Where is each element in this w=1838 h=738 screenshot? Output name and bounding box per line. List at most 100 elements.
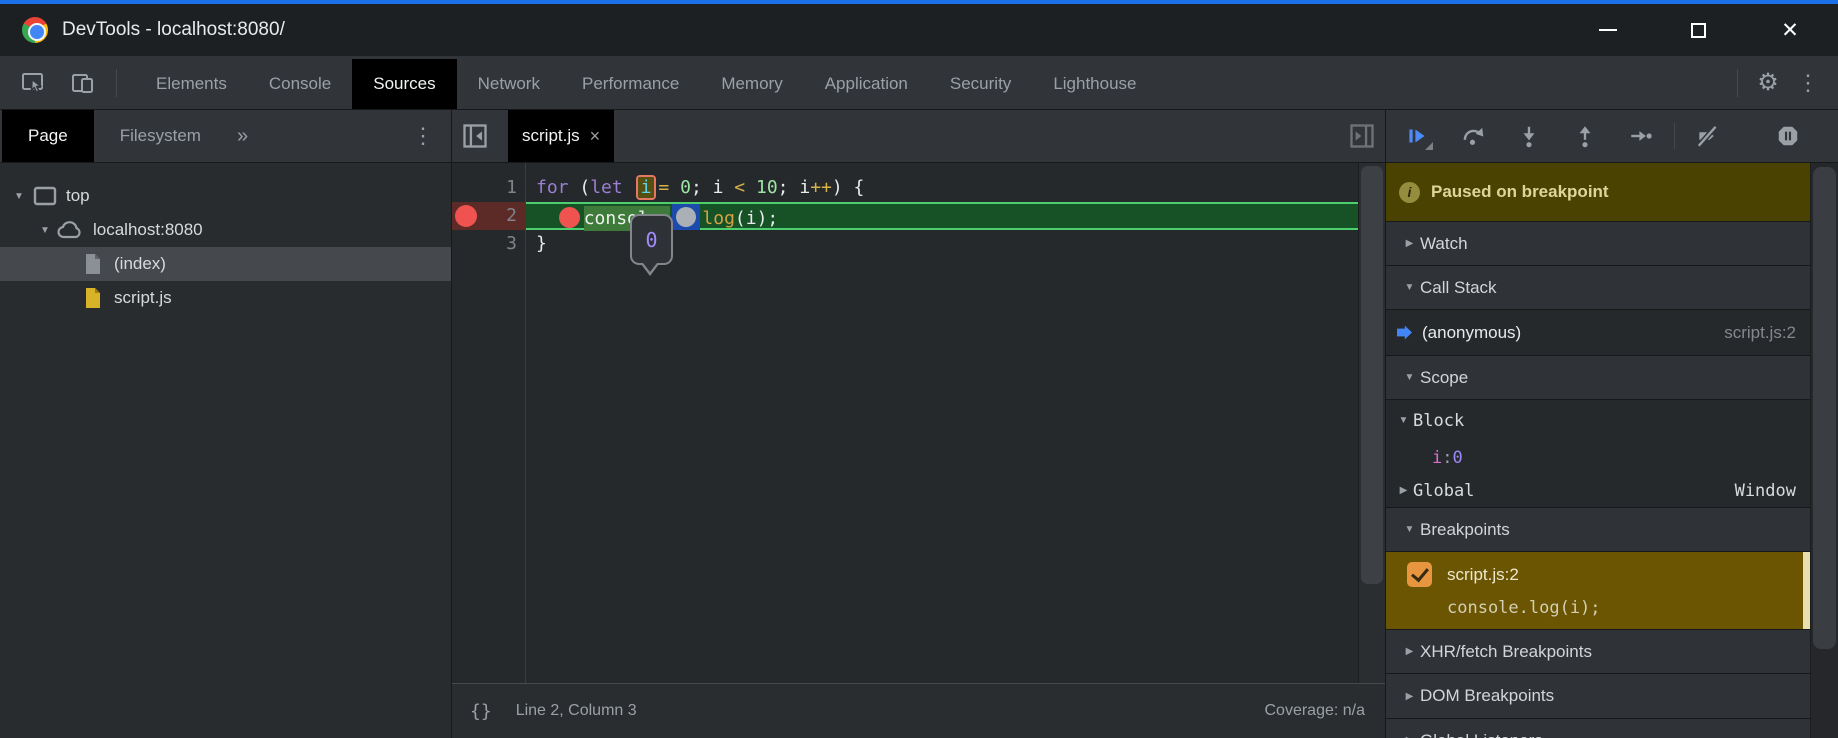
- minimize-button[interactable]: [1578, 4, 1638, 56]
- scope-global[interactable]: ▶ Global Window: [1386, 474, 1810, 508]
- tab-sources[interactable]: Sources: [352, 59, 456, 109]
- inline-breakpoint-marker-blue-icon[interactable]: [672, 204, 700, 230]
- hide-navigator-button[interactable]: [452, 110, 498, 162]
- pause-on-exceptions-button[interactable]: [1771, 119, 1805, 153]
- navigator-sidebar: Page Filesystem » ⋮ ▼ top ▼: [0, 110, 452, 738]
- gutter-line-3[interactable]: 3: [452, 230, 526, 258]
- pause-on-exceptions-icon: [1775, 123, 1801, 149]
- frame-location: script.js:2: [1724, 323, 1810, 343]
- debugger-panel: i Paused on breakpoint ▶ Watch ▼ Call St…: [1385, 110, 1838, 738]
- section-label: Global Listeners: [1420, 731, 1543, 738]
- section-label: DOM Breakpoints: [1420, 686, 1554, 706]
- pretty-print-button[interactable]: {}: [470, 701, 492, 722]
- scope-variable-i: i: 0: [1386, 441, 1810, 474]
- code-token: [536, 208, 558, 229]
- code-area[interactable]: 1 for (let i= 0; i < 10; i++) { 2 consol…: [452, 163, 1385, 683]
- section-xhr-breakpoints[interactable]: ▶ XHR/fetch Breakpoints: [1386, 630, 1810, 674]
- call-stack-frame[interactable]: (anonymous) script.js:2: [1386, 310, 1810, 356]
- step-over-button[interactable]: [1456, 119, 1490, 153]
- cloud-icon: [56, 220, 84, 240]
- editor-tab-title: script.js: [522, 126, 580, 146]
- debugger-scrollbar-thumb[interactable]: [1813, 167, 1836, 649]
- resume-script-button[interactable]: [1400, 119, 1434, 153]
- gutter-line-1[interactable]: 1: [452, 174, 526, 202]
- section-label: Call Stack: [1420, 278, 1497, 298]
- editor-scrollbar[interactable]: [1358, 163, 1385, 683]
- tab-memory[interactable]: Memory: [700, 59, 803, 109]
- section-global-listeners[interactable]: ▶ Global Listeners: [1386, 719, 1810, 738]
- resume-icon: [1404, 123, 1430, 149]
- variable-name: i: [1432, 448, 1442, 468]
- chevrons-icon: »: [237, 125, 248, 148]
- tree-item-label: localhost:8080: [93, 220, 203, 240]
- section-scope[interactable]: ▼ Scope: [1386, 356, 1810, 400]
- minimize-icon: [1599, 29, 1617, 31]
- step-button[interactable]: [1624, 119, 1658, 153]
- scope-name: Global: [1413, 481, 1474, 501]
- breakpoint-entry[interactable]: script.js:2 console.log(i);: [1386, 552, 1810, 630]
- scope-block[interactable]: ▼ Block: [1386, 400, 1810, 441]
- navigator-menu-button[interactable]: ⋮: [403, 116, 443, 156]
- tree-item-label: top: [66, 186, 90, 206]
- section-dom-breakpoints[interactable]: ▶ DOM Breakpoints: [1386, 674, 1810, 719]
- editor-scrollbar-thumb[interactable]: [1361, 166, 1383, 584]
- tree-item-index[interactable]: (index): [0, 247, 451, 281]
- debugger-toolbar-separator: [1674, 123, 1675, 149]
- maximize-icon: [1691, 23, 1706, 38]
- step-out-button[interactable]: [1568, 119, 1602, 153]
- close-tab-icon[interactable]: ×: [590, 126, 601, 147]
- code-token: [623, 177, 634, 198]
- expand-arrow-icon: ▼: [1399, 282, 1420, 293]
- tab-network[interactable]: Network: [457, 59, 561, 109]
- hovered-variable[interactable]: i: [638, 177, 655, 198]
- code-token: =: [658, 177, 680, 198]
- code-token: let: [590, 177, 623, 198]
- gutter-line-2-breakpoint[interactable]: 2: [452, 202, 526, 230]
- inline-breakpoint-marker-red-icon[interactable]: [559, 207, 580, 228]
- maximize-button[interactable]: [1668, 4, 1728, 56]
- toolbar-separator: [1737, 69, 1738, 97]
- section-breakpoints[interactable]: ▼ Breakpoints: [1386, 508, 1810, 552]
- tab-security[interactable]: Security: [929, 59, 1032, 109]
- main-toolbar: Elements Console Sources Network Perform…: [0, 56, 1838, 110]
- main-menu-button[interactable]: ⋮: [1788, 63, 1828, 103]
- settings-button[interactable]: ⚙: [1748, 63, 1788, 103]
- expand-arrow-icon[interactable]: ▼: [12, 191, 26, 202]
- deactivate-breakpoints-button[interactable]: [1691, 119, 1725, 153]
- section-label: Watch: [1420, 234, 1468, 254]
- code-line-3: 3 }: [452, 230, 1358, 258]
- panel-tabs: Elements Console Sources Network Perform…: [135, 56, 1158, 109]
- debugger-sections: i Paused on breakpoint ▶ Watch ▼ Call St…: [1386, 163, 1810, 738]
- show-debugger-button[interactable]: [1339, 110, 1385, 162]
- expand-arrow-icon[interactable]: ▼: [38, 225, 52, 236]
- tree-item-localhost[interactable]: ▼ localhost:8080: [0, 213, 451, 247]
- code-token: [745, 177, 756, 198]
- section-watch[interactable]: ▶ Watch: [1386, 222, 1810, 266]
- tab-filesystem[interactable]: Filesystem: [94, 110, 227, 162]
- tab-console[interactable]: Console: [248, 59, 352, 109]
- breakpoint-checkbox[interactable]: [1407, 562, 1432, 587]
- more-tabs-button[interactable]: »: [227, 110, 258, 162]
- expand-arrow-icon: ▼: [1399, 524, 1420, 535]
- section-label: Breakpoints: [1420, 520, 1510, 540]
- variable-value: 0: [1453, 448, 1463, 468]
- section-call-stack[interactable]: ▼ Call Stack: [1386, 266, 1810, 310]
- step-into-icon: [1516, 123, 1542, 149]
- tab-performance[interactable]: Performance: [561, 59, 700, 109]
- device-toolbar-button[interactable]: [66, 66, 100, 100]
- tab-lighthouse[interactable]: Lighthouse: [1032, 59, 1157, 109]
- step-into-button[interactable]: [1512, 119, 1546, 153]
- breakpoint-code: console.log(i);: [1386, 592, 1810, 624]
- tab-elements[interactable]: Elements: [135, 59, 248, 109]
- kebab-icon: ⋮: [1797, 70, 1819, 96]
- breakpoint-dot-icon[interactable]: [455, 205, 477, 227]
- editor-tab-scriptjs[interactable]: script.js ×: [508, 110, 614, 162]
- tree-item-script[interactable]: script.js: [0, 281, 451, 315]
- tab-page[interactable]: Page: [2, 110, 94, 162]
- debugger-scrollbar[interactable]: [1810, 163, 1838, 738]
- tree-item-label: (index): [114, 254, 166, 274]
- inspect-element-button[interactable]: [16, 66, 50, 100]
- tree-item-top[interactable]: ▼ top: [0, 179, 451, 213]
- tab-application[interactable]: Application: [804, 59, 929, 109]
- close-button[interactable]: ✕: [1760, 4, 1820, 56]
